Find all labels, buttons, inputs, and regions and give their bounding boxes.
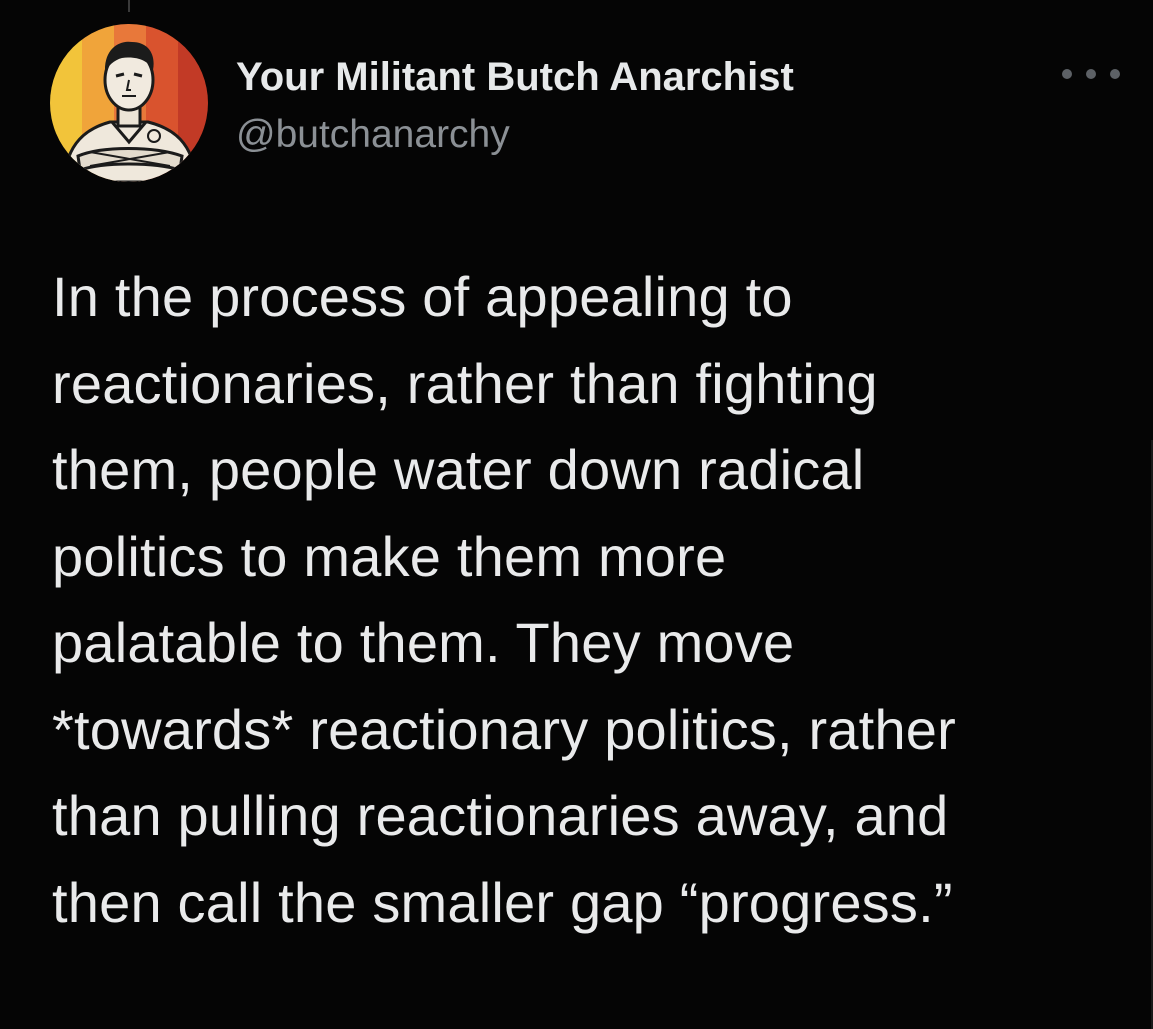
avatar[interactable]: [50, 24, 208, 182]
tweet-text: In the process of appealing to reactiona…: [52, 254, 1132, 946]
tweet-text-line: *towards* reactionary politics, rather: [52, 697, 956, 761]
tweet-text-line: reactionaries, rather than fighting: [52, 351, 878, 415]
tweet-text-line: politics to make them more: [52, 524, 727, 588]
author-display-name[interactable]: Your Militant Butch Anarchist: [236, 54, 794, 100]
tweet-text-line: than pulling reactionaries away, and: [52, 784, 949, 847]
thread-connector-line: [128, 0, 130, 12]
illustrated-portrait-avatar-icon: [50, 24, 208, 182]
more-dot: [1086, 69, 1096, 79]
more-dot: [1110, 69, 1120, 79]
tweet-text-line: In the process of appealing to: [52, 265, 793, 328]
tweet-text-line: palatable to them. They move: [52, 611, 795, 674]
more-dot: [1062, 69, 1072, 79]
author-handle[interactable]: @butchanarchy: [236, 112, 510, 158]
tweet-text-line: them, people water down radical: [52, 438, 865, 501]
tweet-text-line: then call the smaller gap “progress.”: [52, 870, 953, 934]
more-options-icon[interactable]: [1062, 62, 1120, 86]
